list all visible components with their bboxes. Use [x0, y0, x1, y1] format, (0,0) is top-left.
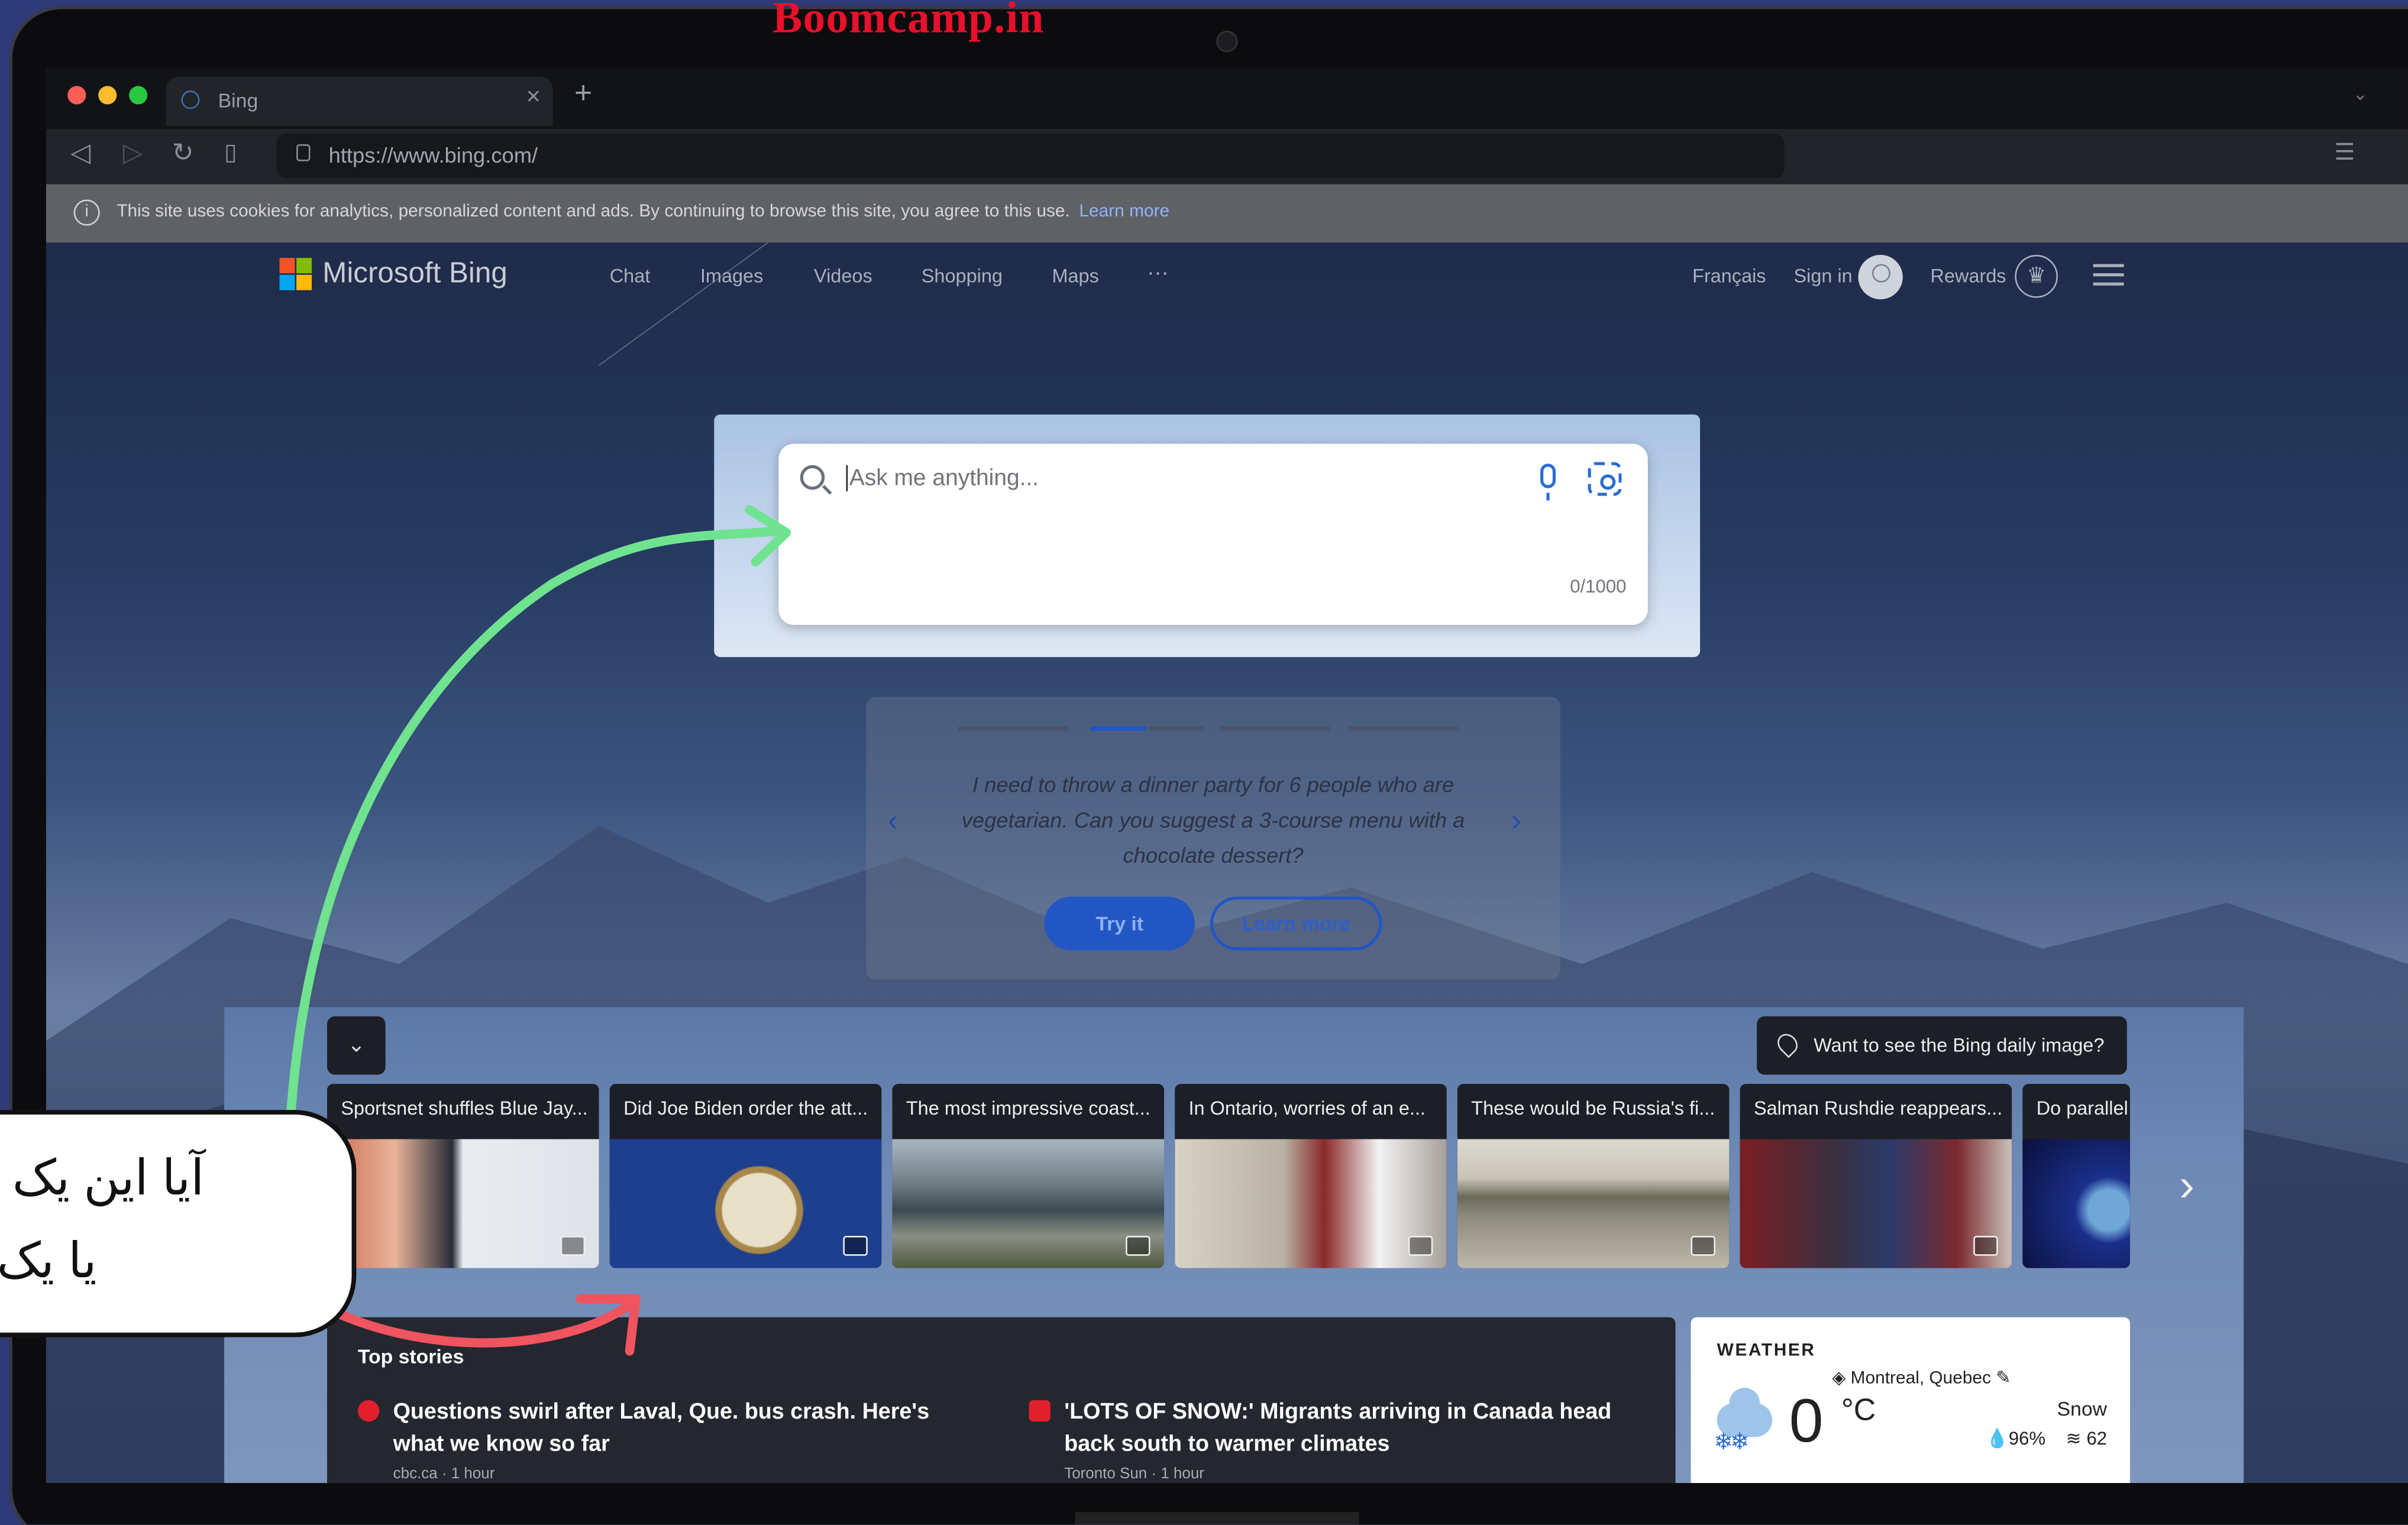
- annotation-arrows: [284, 505, 791, 1356]
- laptop-hinge: [1075, 1512, 1359, 1525]
- annotation-line-1: آیا این یک مو: [0, 1150, 205, 1206]
- annotation-speech-bubble: آیا این یک مو یا یک پ: [0, 1110, 357, 1338]
- annotation-line-2: یا یک پ: [0, 1232, 97, 1288]
- screenshot-stage: Boomcamp.in Bing × + ⌄ ◁ ▷ ↻ ▯ https://w…: [0, 0, 2408, 1525]
- green-arrow: [284, 526, 780, 1160]
